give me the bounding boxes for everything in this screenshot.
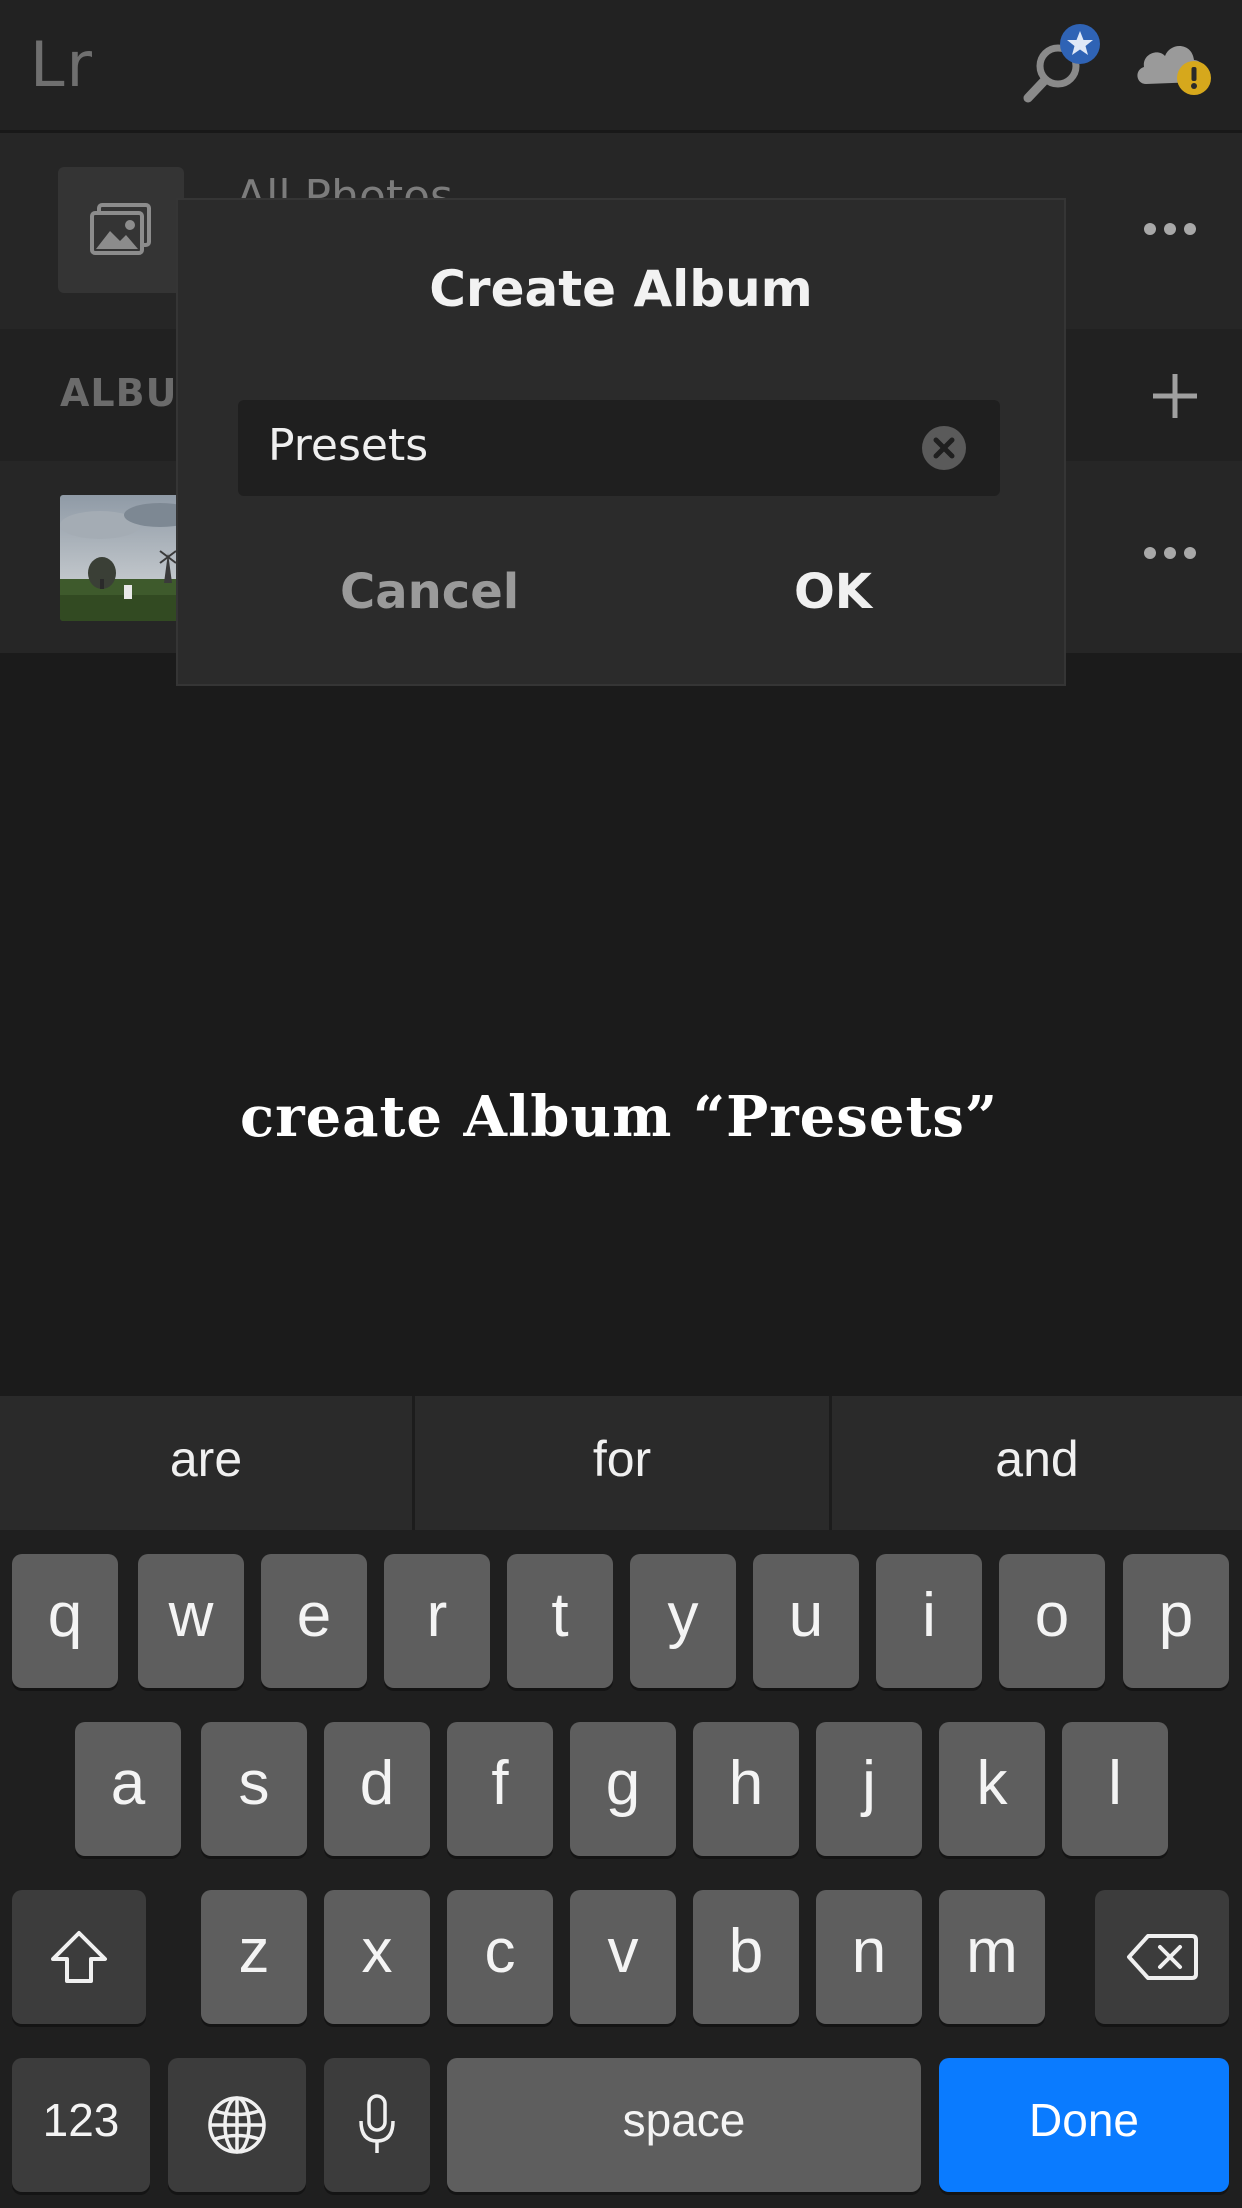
create-album-dialog: Create Album Presets Cancel OK <box>176 198 1066 686</box>
album-name-value: Presets <box>268 420 429 471</box>
cancel-button[interactable]: Cancel <box>340 564 519 620</box>
key-j[interactable]: j <box>816 1722 922 1856</box>
key-y[interactable]: y <box>630 1554 736 1688</box>
search-icon[interactable] <box>1010 22 1110 112</box>
key-s[interactable]: s <box>201 1722 307 1856</box>
numbers-key[interactable]: 123 <box>12 2058 150 2192</box>
suggestion-item[interactable]: are <box>0 1396 412 1530</box>
suggestion-item[interactable]: for <box>415 1396 829 1530</box>
ok-button[interactable]: OK <box>794 564 872 620</box>
photo-icon <box>90 203 151 255</box>
key-w[interactable]: w <box>138 1554 244 1688</box>
dialog-title: Create Album <box>429 260 813 318</box>
plus-icon[interactable] <box>1150 371 1200 421</box>
key-b[interactable]: b <box>693 1890 799 2024</box>
key-v[interactable]: v <box>570 1890 676 2024</box>
more-icon[interactable] <box>1144 547 1196 561</box>
top-bar: Lr <box>0 0 1242 133</box>
globe-icon <box>208 2096 266 2154</box>
shift-key[interactable] <box>12 1890 146 2024</box>
microphone-icon <box>359 2094 395 2153</box>
key-r[interactable]: r <box>384 1554 490 1688</box>
key-u[interactable]: u <box>753 1554 859 1688</box>
tutorial-caption: create Album “Presets” <box>240 1084 999 1150</box>
lightroom-logo: Lr <box>30 28 95 101</box>
key-g[interactable]: g <box>570 1722 676 1856</box>
more-icon[interactable] <box>1144 223 1196 237</box>
key-e[interactable]: e <box>261 1554 367 1688</box>
key-q[interactable]: q <box>12 1554 118 1688</box>
clear-icon[interactable] <box>920 424 968 472</box>
key-p[interactable]: p <box>1123 1554 1229 1688</box>
space-key[interactable]: space <box>447 2058 921 2192</box>
microphone-key[interactable] <box>324 2058 430 2192</box>
key-h[interactable]: h <box>693 1722 799 1856</box>
key-d[interactable]: d <box>324 1722 430 1856</box>
key-z[interactable]: z <box>201 1890 307 2024</box>
album-name-input[interactable]: Presets <box>238 400 1000 496</box>
all-photos-thumbnail <box>58 167 184 293</box>
globe-key[interactable] <box>168 2058 306 2192</box>
backspace-key[interactable] <box>1095 1890 1229 2024</box>
key-k[interactable]: k <box>939 1722 1045 1856</box>
keyboard: are for and q w e r t y u i o p a s d f … <box>0 1396 1242 2208</box>
backspace-icon <box>1127 1934 1198 1980</box>
key-o[interactable]: o <box>999 1554 1105 1688</box>
cloud-warning-icon[interactable] <box>1132 34 1222 104</box>
done-key[interactable]: Done <box>939 2058 1229 2192</box>
key-t[interactable]: t <box>507 1554 613 1688</box>
suggestion-item[interactable]: and <box>832 1396 1242 1530</box>
key-n[interactable]: n <box>816 1890 922 2024</box>
key-c[interactable]: c <box>447 1890 553 2024</box>
key-f[interactable]: f <box>447 1722 553 1856</box>
key-m[interactable]: m <box>939 1890 1045 2024</box>
key-x[interactable]: x <box>324 1890 430 2024</box>
suggestion-bar: are for and <box>0 1396 1242 1530</box>
key-i[interactable]: i <box>876 1554 982 1688</box>
album-thumbnail <box>60 495 190 621</box>
key-l[interactable]: l <box>1062 1722 1168 1856</box>
key-a[interactable]: a <box>75 1722 181 1856</box>
shift-icon <box>51 1931 107 1983</box>
